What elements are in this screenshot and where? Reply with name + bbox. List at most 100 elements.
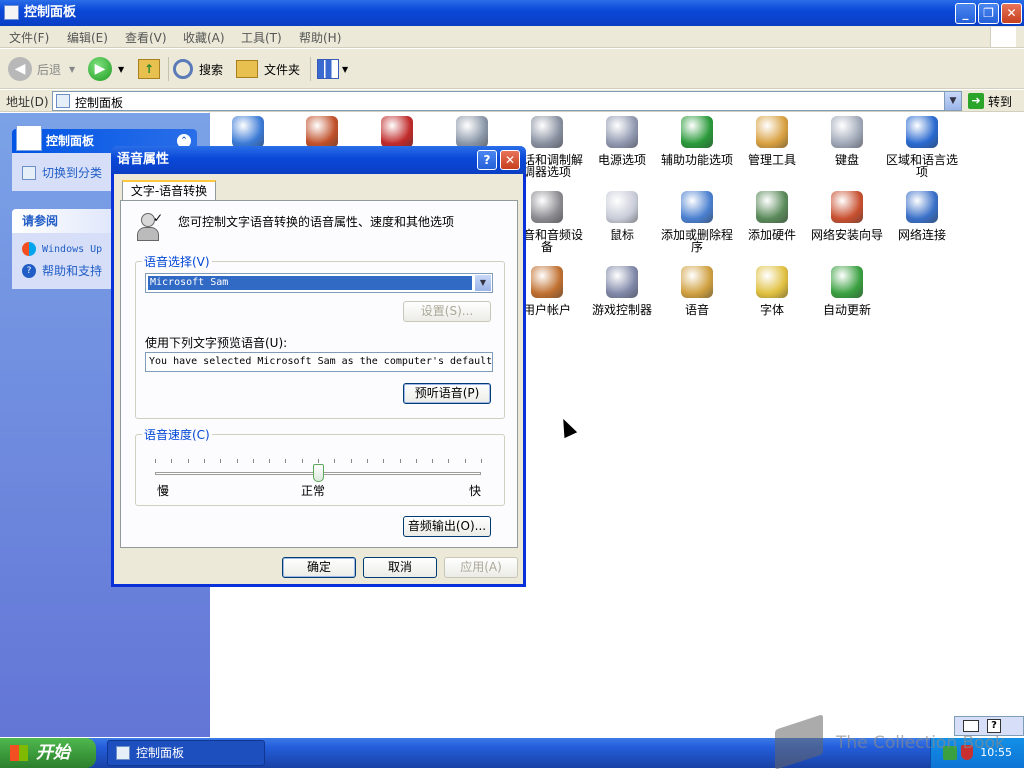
gamepad-icon <box>606 266 638 298</box>
speech-icon <box>681 266 713 298</box>
back-button[interactable]: ◀ 后退 ▼ <box>8 55 78 83</box>
dialog-title-bar[interactable]: 语音属性 ? ✕ <box>111 146 526 174</box>
apply-button[interactable]: 应用(A) <box>444 557 518 578</box>
speech-properties-dialog: 语音属性 ? ✕ 文字-语音转换 ✓ 您可控制文字语音转换的语音属性、速度和其他… <box>111 146 526 587</box>
speed-slow-label: 慢 <box>157 484 170 498</box>
mouse-cursor-icon <box>556 415 578 439</box>
minimize-button[interactable]: _ <box>955 3 976 24</box>
close-button[interactable]: ✕ <box>1001 3 1022 24</box>
menu-favorites[interactable]: 收藏(A) <box>183 29 225 46</box>
slider-tick <box>367 459 368 463</box>
windows-logo-icon <box>990 27 1016 47</box>
control-panel-icon <box>116 746 130 760</box>
voice-select[interactable]: Microsoft Sam ▼ <box>145 273 493 293</box>
windows-flag-icon <box>10 745 28 761</box>
tab-text-to-speech[interactable]: 文字-语音转换 <box>122 180 216 201</box>
slider-tick <box>171 459 172 463</box>
admin-tools-item[interactable]: 管理工具 <box>734 116 810 166</box>
slider-tick <box>253 459 254 463</box>
speed-normal-label: 正常 <box>301 484 326 498</box>
settings-button[interactable]: 设置(S)... <box>403 301 491 322</box>
slider-tick <box>351 459 352 463</box>
network-setup-item[interactable]: 网络安装向导 <box>809 191 885 241</box>
chevron-down-icon[interactable]: ▼ <box>475 275 491 291</box>
slider-tick <box>432 459 433 463</box>
go-label: 转到 <box>988 94 1013 109</box>
speech-item[interactable]: 语音 <box>659 266 735 316</box>
menu-file[interactable]: 文件(F) <box>9 29 49 46</box>
go-button[interactable]: ➜ 转到 <box>968 91 1022 111</box>
dialog-close-button[interactable]: ✕ <box>500 150 520 170</box>
add-remove-programs-item[interactable]: 添加或删除程序 <box>659 191 735 253</box>
preview-text-input[interactable]: You have selected Microsoft Sam as the c… <box>145 352 493 372</box>
address-input[interactable]: 控制面板 ▼ <box>52 91 962 111</box>
folders-button[interactable]: 文件夹 <box>236 55 306 83</box>
panel-title: 控制面板 <box>46 134 95 148</box>
views-button[interactable]: ▼ <box>317 55 351 83</box>
back-dropdown-icon[interactable]: ▼ <box>69 65 75 74</box>
slider-tick <box>285 459 286 463</box>
fonts-item[interactable]: 字体 <box>734 266 810 316</box>
preview-voice-button[interactable]: 预听语音(P) <box>403 383 491 404</box>
cancel-button[interactable]: 取消 <box>363 557 437 578</box>
forward-dropdown-icon[interactable]: ▼ <box>118 65 124 74</box>
keyboard-icon <box>831 116 863 148</box>
forward-button[interactable]: ▶ ▼ <box>88 55 128 83</box>
mouse-item[interactable]: 鼠标 <box>584 191 660 241</box>
game-controllers-item[interactable]: 游戏控制器 <box>584 266 660 316</box>
maximize-button[interactable]: ❐ <box>978 3 999 24</box>
help-button[interactable]: ? <box>477 150 497 170</box>
item-label: 语音 <box>684 303 709 317</box>
watermark-text: The Collection Book <box>836 733 1005 753</box>
item-label: 区域和语言选项 <box>885 153 958 179</box>
item-label: 辅助功能选项 <box>660 153 733 167</box>
shield-icon <box>381 116 413 148</box>
voice-group-label: 语音选择(V) <box>142 253 212 270</box>
menu-edit[interactable]: 编辑(E) <box>67 29 108 46</box>
views-dropdown-icon: ▼ <box>342 64 349 74</box>
hardware-icon <box>756 191 788 223</box>
network-connections-item[interactable]: 网络连接 <box>884 191 960 241</box>
folder-icon <box>236 60 258 78</box>
tab-panel: ✓ 您可控制文字语音转换的语音属性、速度和其他选项 语音选择(V) Micros… <box>120 200 518 548</box>
item-label: 自动更新 <box>822 303 871 317</box>
windows-update-icon <box>22 242 36 256</box>
item-label: 添加或删除程序 <box>660 228 733 254</box>
slider-tick <box>204 459 205 463</box>
toolbar: ◀ 后退 ▼ ▶ ▼ ↑ 搜索 文件夹 ▼ <box>0 49 1024 89</box>
keyboard-item[interactable]: 键盘 <box>809 116 885 166</box>
start-label: 开始 <box>36 743 70 763</box>
menu-tools[interactable]: 工具(T) <box>241 29 282 46</box>
address-dropdown-icon[interactable]: ▼ <box>944 92 961 110</box>
dialog-title: 语音属性 <box>117 152 170 167</box>
views-icon <box>317 59 339 79</box>
regional-language-item[interactable]: 区域和语言选项 <box>884 116 960 178</box>
automatic-updates-item[interactable]: 自动更新 <box>809 266 885 316</box>
search-button[interactable]: 搜索 <box>173 55 231 83</box>
slider-thumb[interactable] <box>313 464 324 482</box>
power-options-item[interactable]: 电源选项 <box>584 116 660 166</box>
search-label: 搜索 <box>199 62 224 77</box>
up-folder-button[interactable]: ↑ <box>138 55 162 83</box>
globe-icon <box>906 116 938 148</box>
menu-help[interactable]: 帮助(H) <box>299 29 341 46</box>
item-label: 游戏控制器 <box>591 303 652 317</box>
speech-person-icon: ✓ <box>133 211 163 243</box>
fonts-folder-icon <box>756 266 788 298</box>
keyboard-icon <box>963 720 979 732</box>
dialog-description: 您可控制文字语音转换的语音属性、速度和其他选项 <box>178 215 455 229</box>
window-title: 控制面板 <box>24 5 77 20</box>
start-button[interactable]: 开始 <box>0 738 96 768</box>
item-label: 鼠标 <box>609 228 634 242</box>
power-icon <box>606 116 638 148</box>
audio-output-button[interactable]: 音频输出(O)... <box>403 516 491 537</box>
back-arrow-icon: ◀ <box>8 57 32 81</box>
accessibility-item[interactable]: 辅助功能选项 <box>659 116 735 166</box>
control-panel-icon <box>56 94 70 108</box>
item-label: 管理工具 <box>747 153 796 167</box>
taskbar-item-control-panel[interactable]: 控制面板 <box>107 740 265 766</box>
slider-tick <box>383 459 384 463</box>
add-hardware-item[interactable]: 添加硬件 <box>734 191 810 241</box>
ok-button[interactable]: 确定 <box>282 557 356 578</box>
menu-view[interactable]: 查看(V) <box>125 29 167 46</box>
